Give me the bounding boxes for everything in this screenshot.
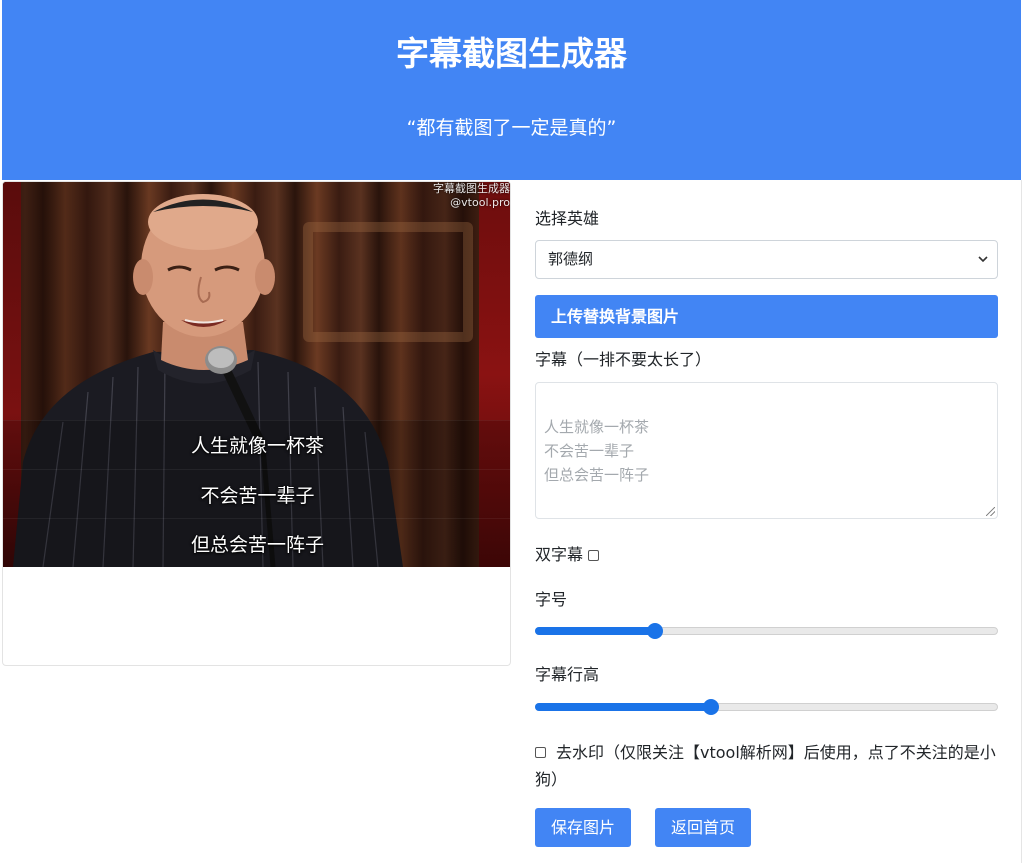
font-size-slider[interactable] bbox=[535, 622, 998, 639]
dual-subtitle-checkbox[interactable] bbox=[588, 550, 600, 561]
back-home-button[interactable]: 返回首页 bbox=[655, 808, 751, 847]
slider-fill bbox=[535, 627, 655, 635]
page-tagline: “都有截图了一定是真的” bbox=[406, 117, 617, 139]
dual-subtitle-row: 双字幕 bbox=[535, 544, 600, 566]
subtitle-line-1: 人生就像一杯茶 bbox=[190, 435, 324, 457]
subtitle-label: 字幕（一排不要太长了） bbox=[535, 350, 712, 369]
subtitle-line-2: 不会苦一辈子 bbox=[200, 485, 315, 507]
page-border bbox=[1021, 180, 1022, 863]
remove-watermark-row: 去水印（仅限关注【vtool解析网】后使用，点了不关注的是小狗） bbox=[535, 739, 998, 793]
subtitle-placeholder: 人生就像一杯茶 不会苦一辈子 但总会苦一阵子 bbox=[544, 418, 650, 484]
page-header: 字幕截图生成器 “都有截图了一定是真的” bbox=[2, 0, 1021, 180]
preview-card: 人生就像一杯茶 不会苦一辈子 但总会苦一阵子 字幕截图生成器 @vtool.pr… bbox=[2, 181, 511, 666]
remove-watermark-label: 去水印（仅限关注【vtool解析网】后使用，点了不关注的是小狗） bbox=[535, 743, 996, 789]
save-image-button[interactable]: 保存图片 bbox=[535, 808, 631, 847]
dual-subtitle-label: 双字幕 bbox=[535, 545, 584, 564]
subtitle-textarea[interactable]: 人生就像一杯茶 不会苦一辈子 但总会苦一阵子 bbox=[535, 382, 998, 519]
page-title: 字幕截图生成器 bbox=[396, 34, 627, 73]
hero-select[interactable]: 郭德纲 bbox=[535, 240, 998, 279]
line-height-slider[interactable] bbox=[535, 698, 998, 715]
slider-fill bbox=[535, 703, 711, 711]
chevron-down-icon bbox=[977, 241, 989, 293]
resize-grip-icon[interactable] bbox=[986, 507, 995, 516]
remove-watermark-checkbox[interactable] bbox=[535, 746, 546, 758]
watermark: 字幕截图生成器 @vtool.pro bbox=[433, 182, 510, 210]
slider-thumb[interactable] bbox=[703, 699, 719, 715]
hero-select-value: 郭德纲 bbox=[548, 250, 594, 268]
slider-thumb[interactable] bbox=[647, 623, 663, 639]
font-size-label: 字号 bbox=[535, 590, 568, 609]
watermark-url: @vtool.pro bbox=[450, 196, 510, 209]
line-height-label: 字幕行高 bbox=[535, 665, 600, 684]
watermark-title: 字幕截图生成器 bbox=[433, 182, 510, 195]
upload-background-button[interactable]: 上传替换背景图片 bbox=[535, 295, 998, 338]
subtitle-line-3: 但总会苦一阵子 bbox=[190, 534, 324, 556]
hero-label: 选择英雄 bbox=[535, 209, 600, 228]
